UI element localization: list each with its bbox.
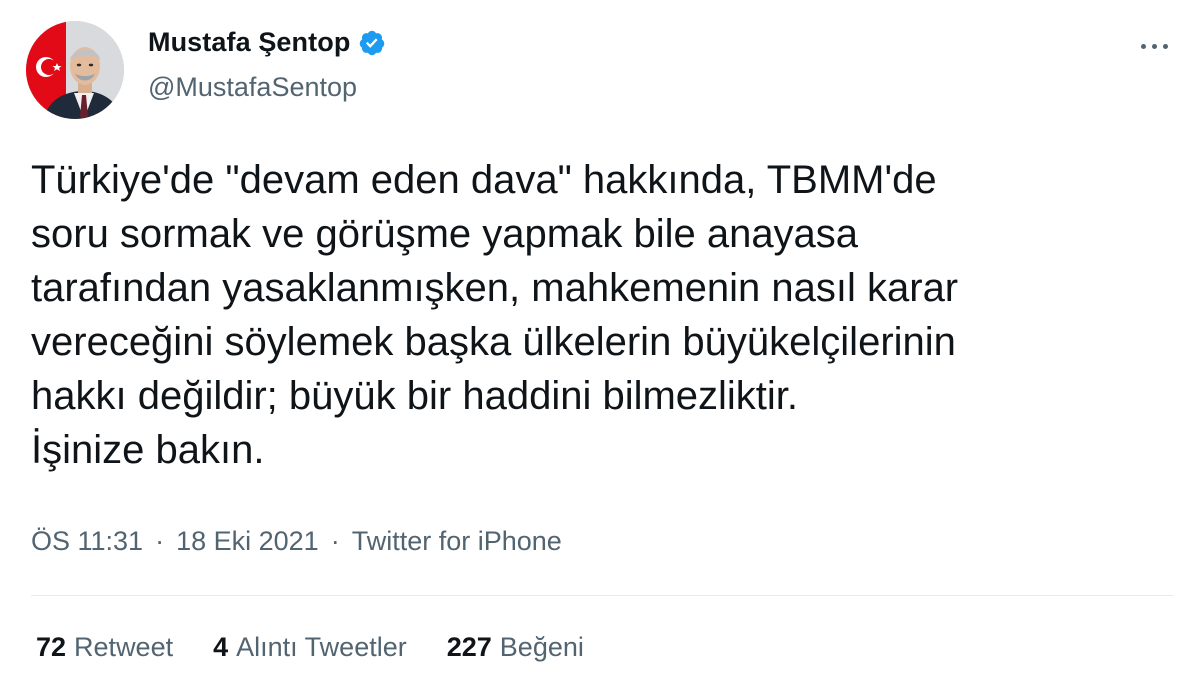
avatar[interactable] [26,21,124,119]
quotes-stat[interactable]: 4 Alıntı Tweetler [213,632,407,663]
quote-label: Alıntı Tweetler [236,632,407,662]
tweet-time[interactable]: ÖS 11:31 [31,526,143,557]
author-handle[interactable]: @MustafaSentop [148,72,357,103]
retweet-count: 72 [36,632,67,662]
like-count: 227 [446,632,492,662]
tweet-meta: ÖS 11:31 · 18 Eki 2021 · Twitter for iPh… [31,526,562,557]
author-name[interactable]: Mustafa Şentop [148,27,350,58]
meta-separator: · [330,526,340,556]
retweet-label: Retweet [74,632,174,662]
tweet-source[interactable]: Twitter for iPhone [352,526,562,557]
likes-stat[interactable]: 227 Beğeni [447,632,584,663]
divider [31,595,1174,596]
tweet-date[interactable]: 18 Eki 2021 [176,526,319,557]
tweet-text: Türkiye'de "devam eden dava" hakkında, T… [31,158,959,472]
tweet-stats: 72 Retweet 4 Alıntı Tweetler 227 Beğeni [36,632,584,663]
more-options-icon[interactable] [1134,32,1174,60]
like-label: Beğeni [499,632,584,662]
verified-badge-icon [358,29,386,57]
avatar-photo [26,21,124,119]
tweet-card: Mustafa Şentop @MustafaSentop Türkiye'de… [0,0,1200,699]
retweets-stat[interactable]: 72 Retweet [36,632,173,663]
author-name-row: Mustafa Şentop [148,27,386,58]
quote-count: 4 [213,632,229,662]
meta-separator: · [155,526,165,556]
